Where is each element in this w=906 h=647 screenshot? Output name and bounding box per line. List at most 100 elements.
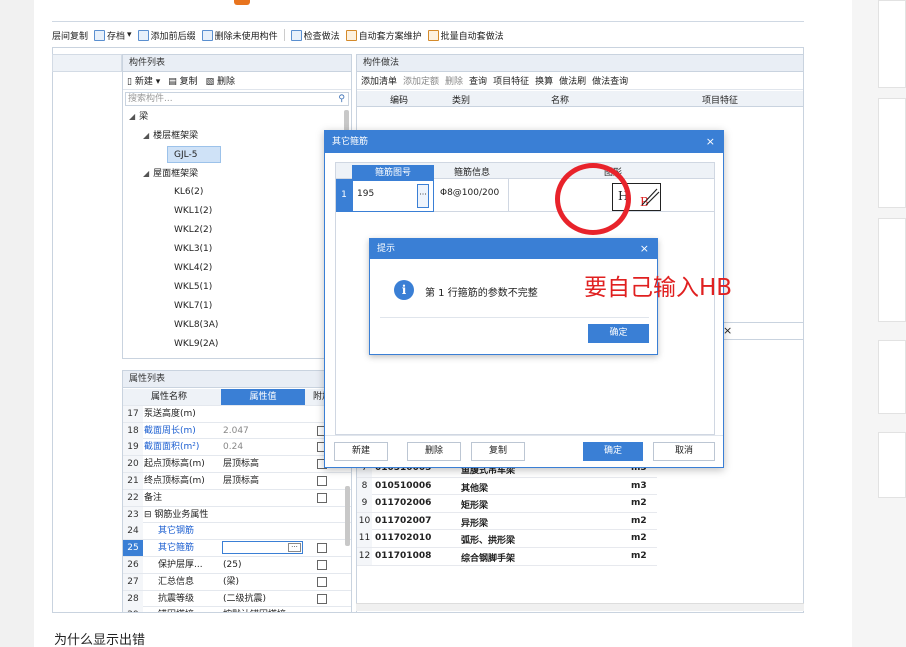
tree-item[interactable]: WKL9(2A) — [174, 336, 218, 353]
toolbar-layer-copy[interactable]: 层间复制 — [52, 29, 88, 42]
tree-node-group[interactable]: ◢ 楼层框架梁 — [143, 127, 198, 144]
horizontal-scrollbar[interactable] — [356, 603, 804, 611]
property-value[interactable]: 层顶标高 — [223, 473, 259, 489]
query-button[interactable]: 查询 — [469, 74, 487, 87]
property-row[interactable]: 17 泵送高度(m) — [123, 405, 351, 423]
attach-checkbox[interactable] — [317, 475, 327, 486]
tree-item[interactable]: WKL7(1) — [174, 298, 212, 315]
tree-node-root[interactable]: ◢ 梁 — [129, 108, 148, 125]
ok-button[interactable]: 确定 — [583, 442, 643, 461]
attach-checkbox[interactable] — [317, 543, 327, 554]
stirrup-info[interactable]: Φ8@100/200 — [440, 188, 499, 198]
property-value[interactable]: 按默认锚固搭接... — [223, 607, 295, 612]
delete-button[interactable]: 删除 — [407, 442, 461, 461]
property-row[interactable]: 21 终点顶标高(m) 层顶标高 — [123, 472, 351, 490]
add-list-button[interactable]: 添加清单 — [361, 74, 397, 87]
toolbar-archive[interactable]: 存档 ▾ — [94, 29, 132, 42]
method-row[interactable]: 10 011702007 异形梁 m2 — [357, 512, 657, 531]
tree-label: 梁 — [139, 112, 149, 122]
row-number: 27 — [123, 573, 143, 590]
property-row[interactable]: 18 截面周长(m) 2.047 — [123, 422, 351, 440]
toolbar-label: 存档 — [107, 31, 126, 42]
delete-button[interactable]: ▧ 删除 — [206, 74, 235, 87]
method-query-button[interactable]: 做法查询 — [592, 74, 628, 87]
toolbar-check-method[interactable]: 检查做法 — [290, 29, 340, 42]
toolbar-auto-scheme[interactable]: 自动套方案维护 — [345, 29, 422, 42]
property-value[interactable]: (梁) — [223, 574, 239, 590]
property-row[interactable]: 25 其它箍筋 ··· — [123, 540, 351, 557]
property-row[interactable]: 22 备注 — [123, 489, 351, 507]
collapse-icon[interactable]: ◢ — [129, 108, 135, 125]
property-value[interactable]: 0.24 — [223, 439, 243, 455]
property-list-title: 属性列表 — [123, 371, 351, 388]
copy-button[interactable]: ▤ 复制 — [168, 74, 197, 87]
method-brush-button[interactable]: 做法刷 — [559, 74, 586, 87]
cancel-button[interactable]: 取消 — [653, 442, 715, 461]
copy-button[interactable]: 复制 — [471, 442, 525, 461]
new-label: 新建 — [134, 77, 153, 87]
property-row[interactable]: 23 ⊟ 钢筋业务属性 — [123, 506, 351, 524]
tree-item[interactable]: WKL4(2) — [174, 260, 212, 277]
toolbar-prefix-suffix[interactable]: 添加前后缀 — [137, 29, 196, 42]
method-unit: m2 — [631, 533, 647, 544]
add-quota-button[interactable]: 添加定额 — [403, 74, 439, 87]
archive-icon — [94, 29, 106, 41]
ellipsis-button[interactable]: ··· — [288, 543, 301, 553]
close-icon[interactable]: × — [718, 322, 804, 340]
attach-checkbox[interactable] — [317, 576, 327, 587]
search-icon[interactable]: ⚲ — [338, 93, 345, 105]
new-button[interactable]: 新建 — [334, 442, 388, 461]
component-search-input[interactable]: 搜索构件... ⚲ — [125, 92, 349, 106]
tree-item[interactable]: WKL3(1) — [174, 241, 212, 258]
side-card — [878, 98, 906, 208]
attach-checkbox[interactable] — [317, 593, 327, 604]
shape-no-value: 195 — [357, 189, 375, 199]
tree-item[interactable]: WKL5(1) — [174, 279, 212, 296]
tree-item[interactable]: WKL2(2) — [174, 222, 212, 239]
property-row[interactable]: 27 汇总信息 (梁) — [123, 573, 351, 591]
method-row[interactable]: 8 010510006 其他梁 m3 — [357, 477, 657, 496]
tree-node-group[interactable]: ◢ 屋面框架梁 — [143, 165, 198, 182]
new-button[interactable]: ▯ 新建 ▾ — [127, 74, 160, 87]
alert-ok-button[interactable]: 确定 — [588, 324, 649, 343]
row-number: 25 — [123, 540, 143, 557]
method-name: 其他梁 — [461, 483, 489, 494]
property-row[interactable]: 26 保护层厚... (25) — [123, 556, 351, 574]
property-row[interactable]: 24 其它钢筋 — [123, 523, 351, 541]
collapse-icon[interactable]: ◢ — [143, 165, 149, 182]
method-row[interactable]: 9 011702006 矩形梁 m2 — [357, 495, 657, 513]
property-row[interactable]: 19 截面面积(m²) 0.24 — [123, 439, 351, 457]
toolbar-batch-auto[interactable]: 批量自动套做法 — [427, 29, 504, 42]
tree-item[interactable]: WKL1(2) — [174, 203, 212, 220]
side-card — [878, 218, 906, 322]
attach-checkbox[interactable] — [317, 559, 327, 570]
tree-item-selected[interactable]: GJL-5 — [167, 146, 221, 163]
ellipsis-button[interactable]: ··· — [417, 184, 429, 208]
property-value-input[interactable]: ··· — [222, 541, 303, 555]
delete-method-button[interactable]: 删除 — [445, 74, 463, 87]
shape-no-field[interactable]: 195 ··· — [352, 179, 434, 212]
attach-checkbox[interactable] — [317, 492, 327, 503]
close-icon[interactable]: × — [706, 131, 715, 153]
property-value[interactable]: (二级抗震) — [223, 591, 266, 607]
close-icon[interactable]: × — [640, 239, 649, 259]
tree-item[interactable]: KL6(2) — [174, 184, 203, 201]
property-row[interactable]: 28 抗震等级 (二级抗震) — [123, 590, 351, 608]
component-list-panel: 构件列表 ▯ 新建 ▾ ▤ 复制 ▧ 删除 搜索构件... ⚲ ◢ 梁 ◢ 楼层框架梁… — [122, 54, 352, 359]
property-row[interactable]: 29错固搭接 按默认锚固搭接... — [123, 607, 351, 612]
feature-button[interactable]: 项目特征 — [493, 74, 529, 87]
method-row[interactable]: 11 011702010 弧形、拱形梁 m2 — [357, 530, 657, 548]
toolbar-label: 检查做法 — [303, 31, 340, 42]
method-row[interactable]: 12 011701008 综合钢脚手架 m2 — [357, 547, 657, 566]
property-value[interactable]: (25) — [223, 557, 241, 573]
collapse-icon[interactable]: ◢ — [143, 127, 149, 144]
method-title: 构件做法 — [357, 55, 803, 72]
toolbar-delete-unused[interactable]: 删除未使用构件 — [201, 29, 278, 42]
convert-button[interactable]: 换算 — [535, 74, 553, 87]
tree-item[interactable]: WKL8(3A) — [174, 317, 218, 334]
property-value[interactable]: 层顶标高 — [223, 456, 259, 472]
right-sidebar — [852, 0, 906, 647]
property-row[interactable]: 20 起点顶标高(m) 层顶标高 — [123, 456, 351, 473]
scrollbar[interactable] — [345, 486, 350, 546]
property-value[interactable]: 2.047 — [223, 423, 249, 439]
